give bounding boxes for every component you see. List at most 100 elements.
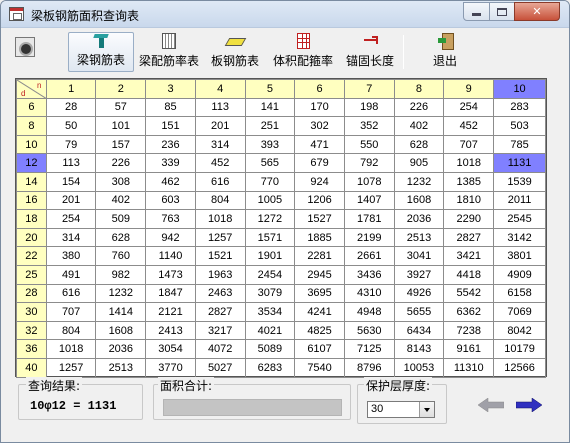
table-cell[interactable]: 251 [244,116,296,136]
table-cell[interactable]: 4310 [343,283,395,304]
table-cell[interactable]: 201 [45,190,97,211]
table-cell[interactable]: 8042 [493,320,546,341]
table-cell[interactable]: 3041 [393,246,445,266]
row-header[interactable]: 25 [16,264,47,285]
table-cell[interactable]: 707 [45,302,97,322]
table-cell[interactable]: 1018 [45,339,97,359]
table-cell[interactable]: 4926 [393,283,445,304]
table-cell[interactable]: 6362 [443,302,495,322]
column-header[interactable]: 7 [343,79,395,99]
tool-volume-stirrup-ratio[interactable]: 体积配箍率 [269,32,337,72]
table-cell[interactable]: 2513 [393,227,445,248]
table-cell[interactable]: 2011 [493,190,546,211]
table-cell[interactable]: 10179 [493,339,546,359]
table-cell[interactable]: 1140 [145,246,196,266]
table-cell[interactable]: 4418 [443,264,495,285]
table-cell[interactable]: 8143 [393,339,445,359]
table-cell[interactable]: 170 [294,97,345,118]
table-cell[interactable]: 314 [194,134,246,155]
table-cell[interactable]: 1232 [95,283,147,304]
table-cell[interactable]: 380 [45,246,97,266]
table-cell[interactable]: 4909 [493,264,546,285]
table-cell[interactable]: 5630 [343,320,395,341]
table-cell[interactable]: 393 [244,134,296,155]
table-cell[interactable]: 4948 [343,302,395,322]
table-cell[interactable]: 8796 [343,357,395,378]
chevron-down-icon[interactable] [419,402,434,417]
table-cell[interactable]: 1414 [95,302,147,322]
table-cell[interactable]: 2121 [145,302,196,322]
table-cell[interactable]: 2661 [343,246,395,266]
row-header[interactable]: 28 [16,283,47,304]
table-cell[interactable]: 1257 [45,357,97,378]
row-header[interactable]: 40 [16,357,47,378]
column-header[interactable]: 1 [45,79,97,99]
table-cell[interactable]: 85 [145,97,196,118]
table-cell[interactable]: 1539 [493,171,546,192]
table-cell[interactable]: 1018 [443,153,495,173]
minimize-button[interactable] [463,2,490,21]
table-cell[interactable]: 804 [194,190,246,211]
table-cell[interactable]: 4825 [294,320,345,341]
table-cell[interactable]: 679 [294,153,345,173]
cover-thickness-select[interactable]: 30 [367,401,435,418]
table-cell[interactable]: 254 [45,209,97,229]
table-cell[interactable]: 1608 [95,320,147,341]
table-cell[interactable]: 113 [194,97,246,118]
table-cell[interactable]: 6107 [294,339,345,359]
row-header[interactable]: 18 [16,209,47,229]
table-cell[interactable]: 1810 [443,190,495,211]
table-cell[interactable]: 339 [145,153,196,173]
table-cell[interactable]: 707 [443,134,495,155]
table-cell[interactable]: 2036 [393,209,445,229]
table-cell[interactable]: 1963 [194,264,246,285]
table-cell[interactable]: 1131 [493,153,546,173]
table-cell[interactable]: 565 [244,153,296,173]
table-cell[interactable]: 352 [343,116,395,136]
tool-beam-ratio-table[interactable]: 梁配筋率表 [137,32,201,72]
table-cell[interactable]: 3770 [145,357,196,378]
table-cell[interactable]: 616 [194,171,246,192]
table-cell[interactable]: 3142 [493,227,546,248]
table-cell[interactable]: 491 [45,264,97,285]
table-cell[interactable]: 452 [194,153,246,173]
table-cell[interactable]: 760 [95,246,147,266]
table-cell[interactable]: 804 [45,320,97,341]
table-cell[interactable]: 550 [343,134,395,155]
table-cell[interactable]: 154 [45,171,97,192]
table-cell[interactable]: 3534 [244,302,296,322]
table-cell[interactable]: 1901 [244,246,296,266]
table-cell[interactable]: 402 [95,190,147,211]
row-header[interactable]: 20 [16,227,47,248]
table-cell[interactable]: 1257 [194,227,246,248]
table-cell[interactable]: 402 [393,116,445,136]
table-cell[interactable]: 905 [393,153,445,173]
table-cell[interactable]: 3695 [294,283,345,304]
table-cell[interactable]: 924 [294,171,345,192]
table-cell[interactable]: 314 [45,227,97,248]
table-cell[interactable]: 1473 [145,264,196,285]
table-cell[interactable]: 57 [95,97,147,118]
table-cell[interactable]: 603 [145,190,196,211]
column-header[interactable]: 6 [294,79,345,99]
table-cell[interactable]: 141 [244,97,296,118]
table-cell[interactable]: 9161 [443,339,495,359]
table-cell[interactable]: 6434 [393,320,445,341]
table-cell[interactable]: 1272 [244,209,296,229]
table-cell[interactable]: 4072 [194,339,246,359]
table-cell[interactable]: 785 [493,134,546,155]
table-cell[interactable]: 2545 [493,209,546,229]
table-cell[interactable]: 3079 [244,283,296,304]
table-cell[interactable]: 2036 [95,339,147,359]
table-cell[interactable]: 792 [343,153,395,173]
column-header[interactable]: 8 [393,79,445,99]
table-cell[interactable]: 4241 [294,302,345,322]
tool-plate-table[interactable]: 板钢筋表 [205,32,265,72]
column-header[interactable]: 4 [194,79,246,99]
tool-exit[interactable]: 退出 [425,32,465,72]
table-cell[interactable]: 5089 [244,339,296,359]
table-cell[interactable]: 1078 [343,171,395,192]
table-cell[interactable]: 1781 [343,209,395,229]
table-cell[interactable]: 982 [95,264,147,285]
table-cell[interactable]: 79 [45,134,97,155]
